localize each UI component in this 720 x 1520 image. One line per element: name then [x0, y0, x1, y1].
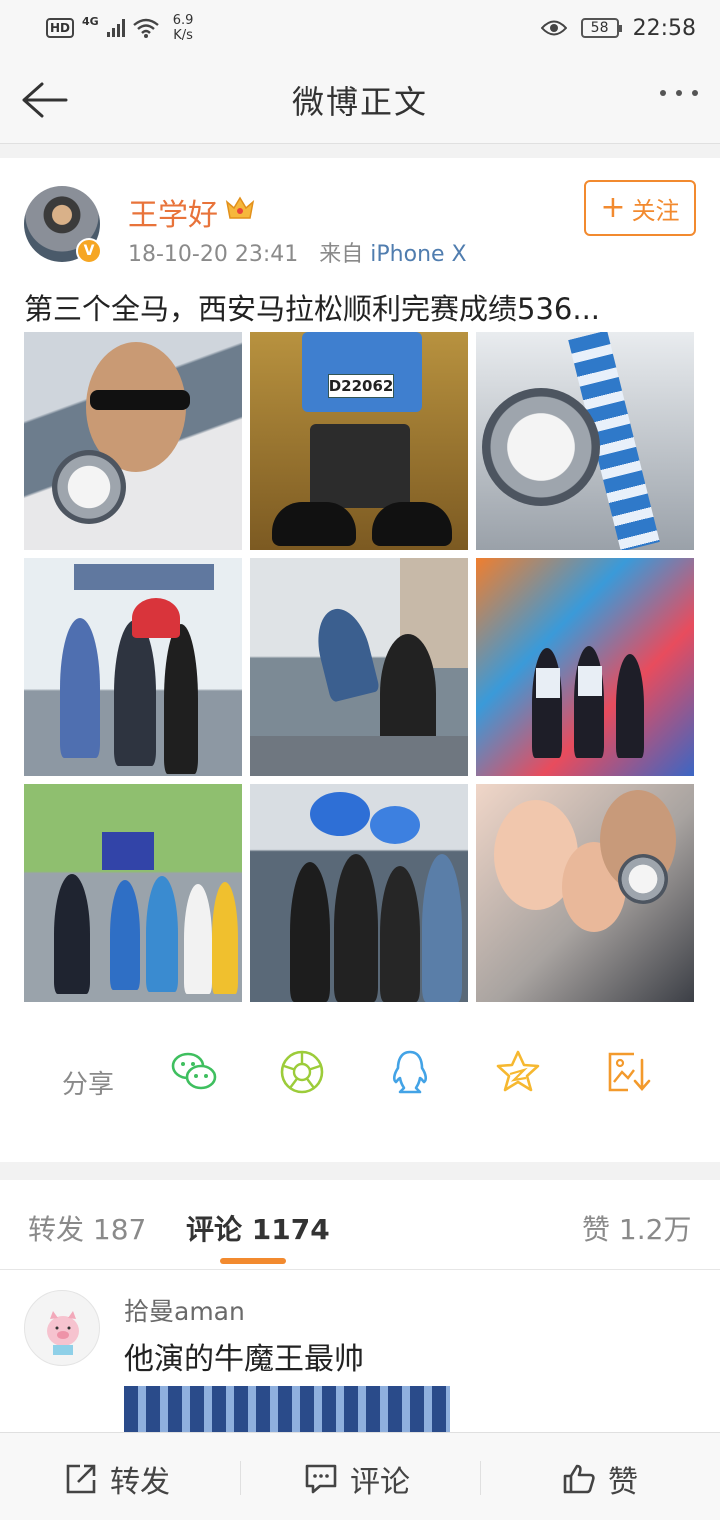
eye-icon	[540, 20, 567, 36]
share-label: 分享	[62, 1070, 115, 1100]
post-card: V 王学好 18-10-20 23:41 来自 iPhone X + 关注 第三…	[0, 158, 720, 1162]
battery-icon: 58	[580, 18, 622, 38]
share-row: 分享	[0, 1048, 720, 1108]
hd-badge: HD	[46, 18, 75, 38]
comment-text: 他演的牛魔王最帅	[124, 1342, 364, 1377]
photo-2[interactable]: D22062	[250, 332, 468, 550]
follow-button[interactable]: + 关注	[584, 180, 696, 236]
follow-label: 关注	[631, 196, 680, 225]
back-arrow-icon[interactable]	[18, 78, 70, 122]
tab-repost-label: 转发	[28, 1213, 85, 1246]
tab-repost-count: 187	[92, 1213, 147, 1246]
speed-unit: K/s	[173, 28, 193, 43]
photo-grid: D22062	[24, 332, 696, 1002]
photo-7[interactable]	[24, 784, 242, 1002]
save-image-icon[interactable]	[604, 1048, 652, 1096]
post-source[interactable]: iPhone X	[370, 242, 466, 267]
tab-repost[interactable]: 转发 187	[28, 1208, 146, 1248]
tab-comment-count: 1174	[251, 1213, 330, 1246]
photo-1[interactable]	[24, 332, 242, 550]
status-bar: HD 4G 6.9 K/s 58 22:58	[0, 0, 720, 56]
post-meta: 18-10-20 23:41 来自 iPhone X	[128, 236, 467, 268]
qq-icon[interactable]	[386, 1048, 434, 1096]
active-tab-indicator	[220, 1258, 286, 1264]
photo-4[interactable]	[24, 558, 242, 776]
pig-avatar-icon	[47, 1311, 79, 1355]
repost-label: 转发	[110, 1465, 170, 1500]
divider	[240, 1461, 241, 1495]
tab-like-label: 赞	[582, 1213, 611, 1246]
commenter-name[interactable]: 拾曼aman	[124, 1292, 245, 1328]
page-title: 微博正文	[291, 82, 428, 121]
repost-button[interactable]: 转发	[64, 1457, 170, 1501]
network-type: 4G	[82, 14, 99, 28]
tab-like[interactable]: 赞 1.2万	[582, 1208, 691, 1248]
comment-label: 评论	[350, 1465, 410, 1500]
repost-icon	[66, 1464, 96, 1494]
interaction-tabs: 转发 187 评论 1174 赞 1.2万	[0, 1180, 720, 1270]
photo-5[interactable]	[250, 558, 468, 776]
comment-icon	[305, 1464, 337, 1494]
post-text[interactable]: 第三个全马，西安马拉松顺利完赛成绩536...	[24, 286, 704, 328]
comment-item: 拾曼aman 他演的牛魔王最帅	[0, 1270, 720, 1440]
photo-6[interactable]	[476, 558, 694, 776]
thumbs-up-icon	[563, 1464, 595, 1494]
moments-icon[interactable]	[278, 1048, 326, 1096]
more-options-icon[interactable]	[660, 90, 698, 96]
post-timestamp: 18-10-20 23:41	[128, 242, 299, 267]
crown-icon	[225, 196, 255, 219]
tab-like-count: 1.2万	[618, 1213, 692, 1246]
signal-icon	[106, 19, 125, 37]
tab-comment[interactable]: 评论 1174	[186, 1208, 330, 1248]
clock: 22:58	[632, 15, 696, 41]
plus-icon: +	[600, 190, 626, 225]
source-prefix: 来自	[319, 242, 364, 267]
photo-9[interactable]	[476, 784, 694, 1002]
divider	[480, 1461, 481, 1495]
author-name[interactable]: 王学好	[128, 190, 218, 234]
verified-badge-icon: V	[76, 238, 102, 264]
qzone-icon[interactable]	[494, 1048, 542, 1096]
race-bib: D22062	[328, 374, 394, 398]
photo-3[interactable]	[476, 332, 694, 550]
nav-bar: 微博正文	[0, 56, 720, 144]
status-left: HD 4G 6.9 K/s	[46, 13, 193, 43]
comment-button[interactable]: 评论	[304, 1457, 410, 1501]
network-speed: 6.9 K/s	[173, 13, 194, 43]
like-button[interactable]: 赞	[562, 1457, 638, 1501]
like-label: 赞	[608, 1465, 638, 1500]
wechat-icon[interactable]	[170, 1048, 218, 1096]
tab-comment-label: 评论	[186, 1213, 243, 1246]
status-right: 58 22:58	[540, 15, 696, 41]
photo-8[interactable]	[250, 784, 468, 1002]
bottom-action-bar: 转发 评论 赞	[0, 1432, 720, 1520]
commenter-avatar[interactable]	[24, 1290, 100, 1366]
wifi-icon	[132, 18, 159, 38]
speed-value: 6.9	[172, 13, 194, 28]
